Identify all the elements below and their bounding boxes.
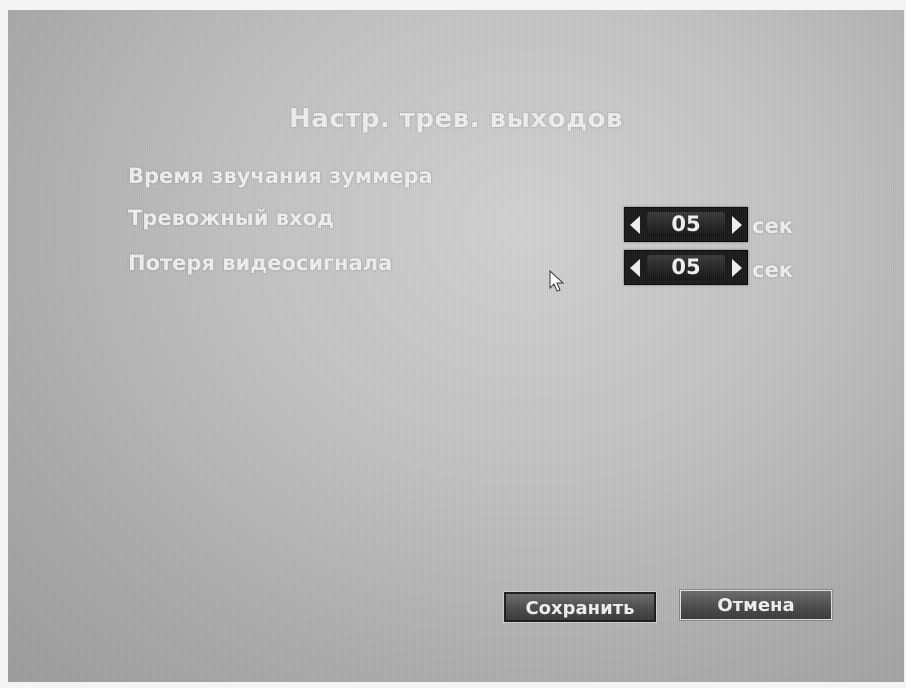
monitor-frame: Настр. трев. выходов Время звучания зумм… [0, 0, 906, 688]
page-title: Настр. трев. выходов [289, 104, 623, 134]
alarm-output-settings-screen: Настр. трев. выходов Время звучания зумм… [8, 10, 904, 682]
cancel-button[interactable]: Отмена [680, 590, 832, 620]
save-button[interactable]: Сохранить [504, 592, 656, 622]
video-loss-unit: сек [752, 258, 793, 282]
arrow-left-icon[interactable] [627, 254, 643, 281]
arrow-right-icon[interactable] [729, 211, 745, 238]
video-loss-label: Потеря видеосигнала [128, 251, 393, 275]
video-loss-value: 05 [647, 255, 725, 280]
video-loss-stepper[interactable]: 05 [624, 250, 748, 285]
arrow-left-icon[interactable] [627, 211, 643, 238]
alarm-input-unit: сек [752, 214, 793, 238]
buzzer-duration-label: Время звучания зуммера [128, 164, 433, 188]
arrow-right-icon[interactable] [729, 254, 745, 281]
alarm-input-label: Тревожный вход [128, 206, 334, 230]
alarm-input-value: 05 [647, 212, 725, 237]
alarm-input-stepper[interactable]: 05 [624, 207, 748, 242]
mouse-pointer-icon [549, 269, 565, 298]
